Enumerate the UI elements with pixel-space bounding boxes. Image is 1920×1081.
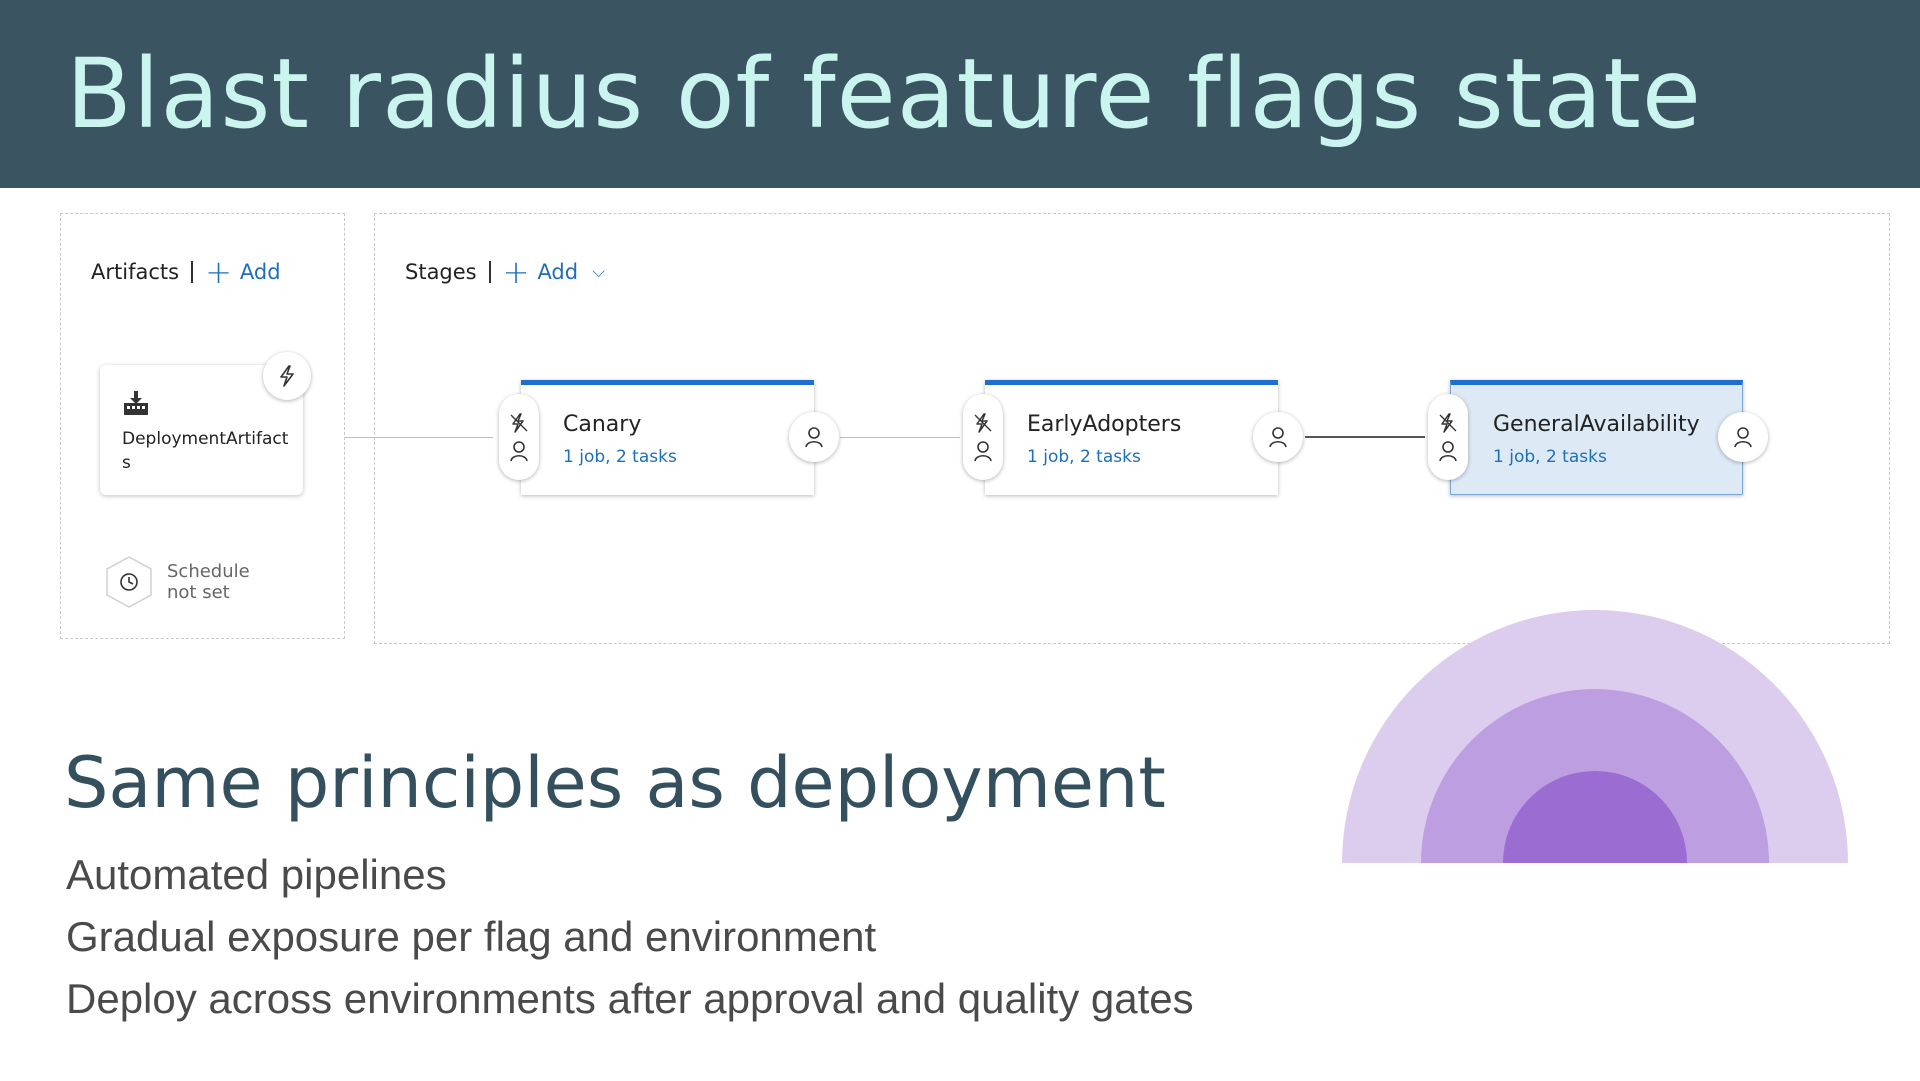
- build-artifact-icon: [122, 389, 150, 421]
- bullet-item: Gradual exposure per flag and environmen…: [66, 913, 877, 960]
- plus-icon: +: [205, 253, 232, 291]
- post-deployment-approvals[interactable]: [789, 412, 839, 462]
- pre-deployment-conditions[interactable]: [963, 394, 1003, 480]
- add-artifact-label: Add: [239, 260, 281, 284]
- person-icon: [510, 441, 528, 462]
- connector-artifact-canary: [345, 437, 493, 438]
- header-separator: [191, 261, 194, 283]
- slide-title: Blast radius of feature flags state: [66, 38, 1702, 150]
- post-deployment-approvals[interactable]: [1253, 412, 1303, 462]
- person-icon: [1439, 441, 1457, 462]
- connector-earlyadopters-ga: [1305, 436, 1425, 438]
- connector-canary-earlyadopters: [840, 437, 960, 438]
- schedule-button[interactable]: [104, 555, 154, 613]
- person-icon: [974, 441, 992, 462]
- chevron-down-icon: ⌵: [592, 262, 605, 282]
- lightning-icon: [510, 413, 528, 433]
- bullet-item: Automated pipelines: [66, 851, 447, 898]
- stage-card-generalavailability[interactable]: GeneralAvailability 1 job, 2 tasks: [1450, 380, 1743, 495]
- stages-header: Stages + Add ⌵: [405, 256, 605, 288]
- bullet-item: Deploy across environments after approva…: [66, 975, 1194, 1022]
- pre-deployment-conditions[interactable]: [499, 394, 539, 480]
- pre-deployment-conditions[interactable]: [1428, 394, 1468, 480]
- header-separator: [488, 261, 491, 283]
- person-icon: [805, 427, 823, 448]
- slide-subtitle: Same principles as deployment: [64, 742, 1166, 824]
- artifact-name: DeploymentArtifacts: [122, 429, 289, 473]
- lightning-icon: [1439, 413, 1457, 433]
- title-bar: Blast radius of feature flags state: [0, 0, 1920, 188]
- add-stage-button[interactable]: + Add ⌵: [503, 256, 605, 288]
- lightning-icon: [280, 365, 294, 387]
- blast-radius-graphic: [1342, 610, 1848, 863]
- add-artifact-button[interactable]: + Add: [205, 256, 280, 288]
- stage-name: GeneralAvailability: [1493, 412, 1700, 437]
- bullet-list: Automated pipelines Gradual exposure per…: [66, 844, 1194, 1030]
- person-icon: [1734, 427, 1752, 448]
- post-deployment-approvals[interactable]: [1718, 412, 1768, 462]
- stages-label: Stages: [405, 260, 477, 284]
- stage-name: Canary: [563, 412, 642, 437]
- artifacts-header: Artifacts + Add: [91, 256, 281, 288]
- add-stage-label: Add: [537, 260, 579, 284]
- plus-icon: +: [502, 253, 530, 291]
- person-icon: [1269, 427, 1287, 448]
- lightning-icon: [974, 413, 992, 433]
- stage-card-canary[interactable]: Canary 1 job, 2 tasks: [521, 380, 814, 495]
- stage-tasks-link[interactable]: 1 job, 2 tasks: [563, 447, 677, 467]
- artifacts-label: Artifacts: [91, 260, 180, 284]
- schedule-label: Schedule not set: [167, 561, 250, 603]
- stage-name: EarlyAdopters: [1027, 412, 1182, 437]
- stage-card-earlyadopters[interactable]: EarlyAdopters 1 job, 2 tasks: [985, 380, 1278, 495]
- continuous-deployment-trigger[interactable]: [263, 352, 311, 400]
- stage-tasks-link[interactable]: 1 job, 2 tasks: [1493, 447, 1607, 467]
- stage-tasks-link[interactable]: 1 job, 2 tasks: [1027, 447, 1141, 467]
